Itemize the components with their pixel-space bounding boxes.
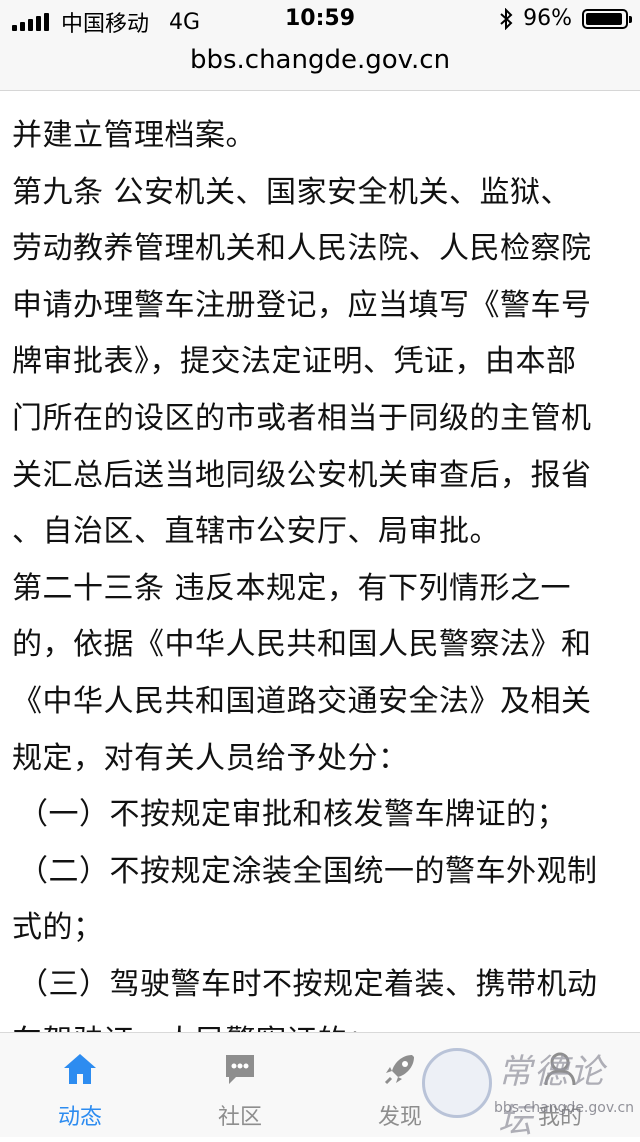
article-line: 的，依据《中华人民共和国人民警察法》和 (12, 627, 592, 663)
tab-dynamics[interactable]: 动态 (0, 1051, 160, 1137)
address-bar[interactable]: bbs.changde.gov.cn (0, 40, 640, 91)
article-line: 并建立管理档案。 (12, 118, 256, 153)
rocket-icon (384, 1055, 414, 1085)
watermark-text: 常德论坛 (498, 1052, 606, 1141)
article-line: 《中华人民共和国道路交通安全法》及相关 (12, 683, 592, 719)
tab-label: 社区 (217, 1105, 262, 1130)
tab-community[interactable]: 社区 (160, 1051, 320, 1137)
article-line: （一）不按规定审批和核发警车牌证的； (18, 797, 567, 833)
article-content: 并建立管理档案。第九条 公安机关、国家安全机关、监狱、 劳动教养管理机关和人民法院… (0, 90, 640, 1032)
status-right: 96% (499, 6, 632, 31)
battery-fill (586, 12, 622, 25)
watermark-url: bbs.changde.gov.cn (494, 1100, 635, 1116)
article-line: 第九条 公安机关、国家安全机关、监狱、 (12, 174, 572, 210)
battery-icon (582, 8, 632, 29)
status-bar: 中国移动 4G 10:59 96% (0, 0, 640, 40)
article-line: 劳动教养管理机关和人民法院、人民检察院 (12, 231, 592, 267)
watermark-seal-icon (422, 1048, 492, 1118)
forum-watermark: 常德论坛 bbs.changde.gov.cn (422, 1040, 635, 1141)
article-text: 并建立管理档案。第九条 公安机关、国家安全机关、监狱、 劳动教养管理机关和人民法院… (12, 108, 636, 1032)
url-text[interactable]: bbs.changde.gov.cn (190, 45, 450, 75)
article-line: 式的； (12, 910, 104, 946)
article-line: 关汇总后送当地同级公安机关审查后，报省 (12, 457, 592, 493)
article-line: 第二十三条 违反本规定，有下列情形之一 (12, 570, 572, 606)
article-line: 牌审批表》，提交法定证明、凭证，由本部 (12, 344, 577, 380)
article-line: 、自治区、直辖市公安厅、局审批。 (12, 514, 500, 550)
home-icon (64, 1054, 96, 1084)
article-line: （三）驾驶警车时不按规定着装、携带机动 (18, 966, 598, 1002)
article-line: 门所在的设区的市或者相当于同级的主管机 (12, 400, 592, 436)
tab-label: 动态 (57, 1105, 102, 1130)
chat-bubble-icon (226, 1055, 254, 1084)
article-line: 规定，对有关人员给予处分： (12, 740, 409, 776)
bluetooth-icon (500, 7, 513, 30)
article-line: 申请办理警车注册登记，应当填写《警车号 (12, 287, 592, 323)
battery-percent: 96% (523, 6, 572, 31)
article-line: （二）不按规定涂装全国统一的警车外观制 (18, 853, 598, 889)
article-line: 车驾驶证、人民警察证的； (12, 1014, 636, 1033)
